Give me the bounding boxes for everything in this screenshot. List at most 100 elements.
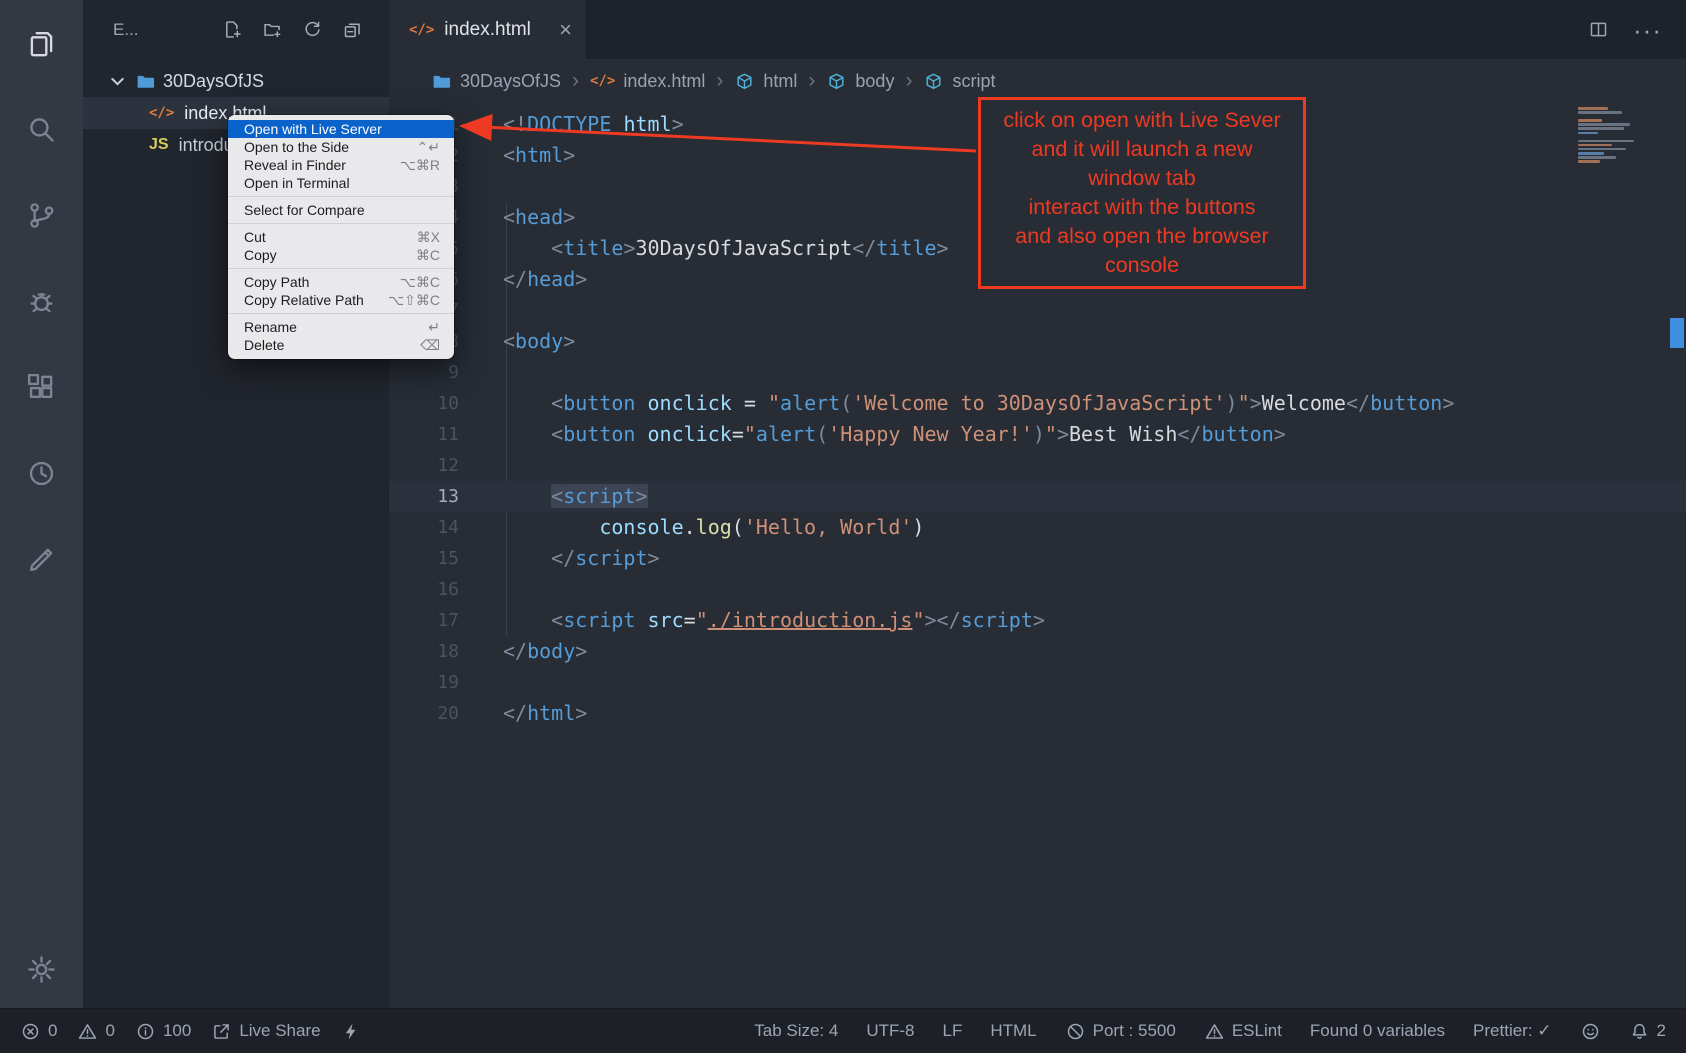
- new-folder-icon[interactable]: [262, 19, 283, 40]
- status-left: 00 100 Live Share: [20, 1021, 362, 1042]
- code-line[interactable]: 14 console.log('Hello, World'): [389, 512, 1686, 543]
- status-errors[interactable]: 0: [20, 1021, 57, 1042]
- status-tab-size[interactable]: Tab Size: 4: [754, 1021, 838, 1041]
- menu-item-copy-path[interactable]: Copy Path⌥⌘C: [228, 273, 454, 291]
- menu-item-label: Copy Relative Path: [244, 291, 364, 309]
- pen-icon[interactable]: [0, 516, 83, 602]
- menu-item-reveal-in-finder[interactable]: Reveal in Finder⌥⌘R: [228, 156, 454, 174]
- info-icon: [135, 1021, 156, 1042]
- code-line[interactable]: 17 <script src="./introduction.js"></scr…: [389, 605, 1686, 636]
- code-line[interactable]: 20</html>: [389, 698, 1686, 729]
- status-variables[interactable]: Found 0 variables: [1310, 1021, 1445, 1041]
- menu-item-open-in-terminal[interactable]: Open in Terminal: [228, 174, 454, 192]
- breadcrumb-symbol-body[interactable]: body: [826, 71, 894, 92]
- code-line[interactable]: 11 <button onclick="alert('Happy New Yea…: [389, 419, 1686, 450]
- clock-icon[interactable]: [0, 430, 83, 516]
- status-bar: 00 100 Live Share Tab Size: 4 UTF-8 LF HTML Po…: [0, 1008, 1686, 1053]
- explorer-icon[interactable]: [0, 0, 83, 86]
- status-prettier[interactable]: Prettier: ✓: [1473, 1021, 1551, 1041]
- extensions-icon[interactable]: [0, 344, 83, 430]
- warning-icon: [1204, 1021, 1225, 1042]
- status-live-share[interactable]: Live Share: [211, 1021, 320, 1042]
- code-line[interactable]: 19: [389, 667, 1686, 698]
- source-control-icon[interactable]: [0, 172, 83, 258]
- annotation-line: interact with the buttons: [983, 193, 1301, 222]
- breadcrumb-symbol-script[interactable]: script: [923, 71, 995, 92]
- annotation-line: and it will launch a new: [983, 135, 1301, 164]
- status-port[interactable]: Port : 5500: [1065, 1021, 1176, 1042]
- breadcrumb-folder[interactable]: 30DaysOfJS: [431, 71, 561, 92]
- menu-item-copy[interactable]: Copy⌘C: [228, 246, 454, 264]
- status-feedback-smiley[interactable]: [1580, 1021, 1601, 1042]
- menu-item-select-for-compare[interactable]: Select for Compare: [228, 201, 454, 219]
- status-eslint[interactable]: ESLint: [1204, 1021, 1282, 1042]
- breadcrumb-label: script: [952, 71, 995, 92]
- menu-item-label: Cut: [244, 228, 266, 246]
- status-notifications-bell[interactable]: 2: [1629, 1021, 1666, 1042]
- close-icon[interactable]: ×: [559, 17, 572, 43]
- more-actions-icon[interactable]: ···: [1633, 25, 1662, 35]
- new-file-icon[interactable]: [222, 19, 243, 40]
- code-line[interactable]: 9: [389, 357, 1686, 388]
- menu-item-delete[interactable]: Delete⌫: [228, 336, 454, 354]
- code-line[interactable]: 7: [389, 295, 1686, 326]
- menu-item-label: Rename: [244, 318, 297, 336]
- status-language-mode[interactable]: HTML: [990, 1021, 1036, 1041]
- collapse-all-icon[interactable]: [342, 19, 363, 40]
- line-content: [459, 574, 503, 605]
- tab-label: index.html: [444, 19, 531, 41]
- line-content: <button onclick="alert('Happy New Year!'…: [459, 419, 1286, 450]
- line-number: 12: [389, 450, 459, 481]
- line-content: [459, 357, 503, 388]
- status-bolt[interactable]: [341, 1021, 362, 1042]
- split-editor-icon[interactable]: [1588, 19, 1609, 40]
- breadcrumb-label: 30DaysOfJS: [460, 71, 561, 92]
- status-info-count[interactable]: 100: [135, 1021, 191, 1042]
- code-line[interactable]: 13 <script>: [389, 481, 1686, 512]
- status-right: Tab Size: 4 UTF-8 LF HTML Port : 5500 ESLint F…: [754, 1021, 1666, 1042]
- menu-item-open-with-live-server[interactable]: Open with Live Server: [228, 120, 454, 138]
- code-line[interactable]: 12: [389, 450, 1686, 481]
- code-line[interactable]: 8<body>: [389, 326, 1686, 357]
- activity-bar: [0, 0, 83, 1008]
- cube-icon: [923, 71, 944, 92]
- error-icon: [20, 1021, 41, 1042]
- status-encoding[interactable]: UTF-8: [866, 1021, 914, 1041]
- minimap[interactable]: [1578, 107, 1668, 164]
- line-content: </html>: [459, 698, 587, 729]
- line-content: console.log('Hello, World'): [459, 512, 924, 543]
- search-icon[interactable]: [0, 86, 83, 172]
- menu-item-open-to-the-side[interactable]: Open to the Side⌃↵: [228, 138, 454, 156]
- scrollbar-indicator[interactable]: [1670, 318, 1684, 348]
- menu-item-rename[interactable]: Rename↵: [228, 318, 454, 336]
- code-line[interactable]: 16: [389, 574, 1686, 605]
- tree-folder-30daysofjs[interactable]: 30DaysOfJS: [83, 65, 389, 97]
- line-number: 19: [389, 667, 459, 698]
- run-debug-icon[interactable]: [0, 258, 83, 344]
- status-warnings[interactable]: 0: [77, 1021, 114, 1042]
- refresh-icon[interactable]: [302, 19, 323, 40]
- code-line[interactable]: 10 <button onclick = "alert('Welcome to …: [389, 388, 1686, 419]
- settings-gear-icon[interactable]: [0, 930, 83, 1008]
- line-number: 11: [389, 419, 459, 450]
- menu-item-shortcut: ⌃↵: [417, 138, 440, 156]
- line-number: 9: [389, 357, 459, 388]
- line-number: 20: [389, 698, 459, 729]
- folder-label: 30DaysOfJS: [163, 71, 264, 92]
- breadcrumb-symbol-html[interactable]: html: [734, 71, 797, 92]
- menu-item-label: Reveal in Finder: [244, 156, 346, 174]
- code-line[interactable]: 15 </script>: [389, 543, 1686, 574]
- context-menu: Open with Live ServerOpen to the Side⌃↵R…: [228, 115, 454, 359]
- breadcrumb-file[interactable]: </> index.html: [590, 71, 705, 92]
- line-content: <script src="./introduction.js"></script…: [459, 605, 1045, 636]
- line-content: [459, 667, 503, 698]
- status-eol[interactable]: LF: [943, 1021, 963, 1041]
- menu-item-cut[interactable]: Cut⌘X: [228, 228, 454, 246]
- line-content: <title>30DaysOfJavaScript</title>: [459, 233, 949, 264]
- code-line[interactable]: 18</body>: [389, 636, 1686, 667]
- menu-item-shortcut: ⌫: [420, 336, 440, 354]
- menu-item-copy-relative-path[interactable]: Copy Relative Path⌥⇧⌘C: [228, 291, 454, 309]
- line-content: <button onclick = "alert('Welcome to 30D…: [459, 388, 1454, 419]
- chevron-down-icon: [107, 71, 128, 92]
- tab-index-html[interactable]: </> index.html ×: [389, 0, 587, 59]
